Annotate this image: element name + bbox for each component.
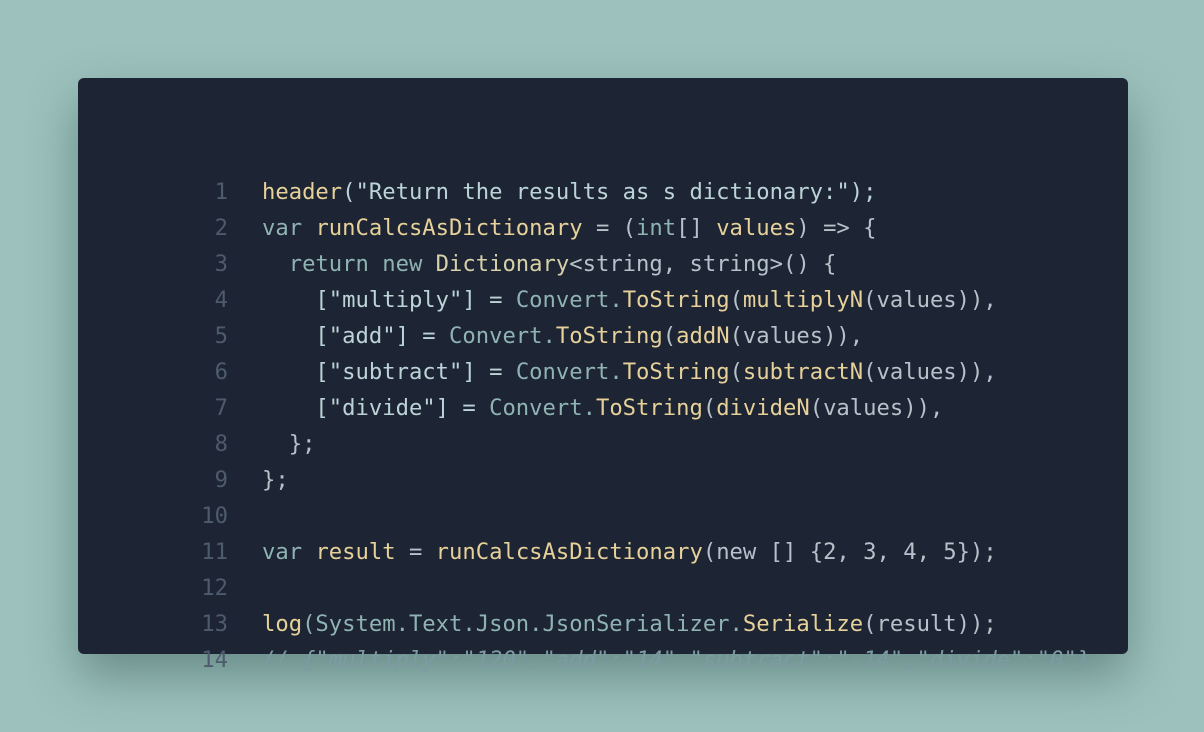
code-token: };	[262, 467, 289, 493]
code-token: values	[716, 215, 797, 241]
code-token: Serialize	[742, 611, 864, 637]
code-token: (result));	[863, 611, 997, 637]
code-token: ToString	[622, 359, 730, 385]
code-token: header	[262, 179, 343, 205]
code-line: 7 ["divide"] = Convert.ToString(divideN(…	[78, 390, 1128, 426]
code-line: 13 log(System.Text.Json.JsonSerializer.Se…	[78, 606, 1128, 642]
code-line: 2 var runCalcsAsDictionary = (int[] value…	[78, 210, 1128, 246]
code-text: ["multiply"] = Convert.ToString(multiply…	[262, 282, 997, 318]
code-token: ToString	[595, 395, 703, 421]
code-text: var runCalcsAsDictionary = (int[] values…	[262, 210, 877, 246]
code-line: 6 ["subtract"] = Convert.ToString(subtra…	[78, 354, 1128, 390]
code-token: (values)),	[729, 323, 864, 349]
code-line: 10	[78, 498, 1128, 534]
code-line: 1 header("Return the results as s diction…	[78, 174, 1128, 210]
code-line: 4 ["multiply"] = Convert.ToString(multip…	[78, 282, 1128, 318]
line-number: 11	[201, 539, 228, 565]
code-text: log(System.Text.Json.JsonSerializer.Seri…	[262, 606, 997, 642]
code-token: (	[702, 395, 717, 421]
code-token: (values)),	[863, 359, 997, 385]
code-line: 5 ["add"] = Convert.ToString(addN(values…	[78, 318, 1128, 354]
code-token: Convert.	[515, 359, 623, 385]
code-line: 12	[78, 570, 1128, 606]
code-token: ToString	[555, 323, 663, 349]
code-token: (System.Text.Json.JsonSerializer.	[302, 611, 743, 637]
code-text: var result = runCalcsAsDictionary(new []…	[262, 534, 997, 570]
line-number: 4	[214, 287, 228, 313]
code-text: header("Return the results as s dictiona…	[262, 174, 876, 210]
line-number: 14	[201, 647, 228, 673]
code-token: ToString	[622, 287, 730, 313]
line-number: 10	[201, 503, 228, 529]
line-number: 3	[214, 251, 228, 277]
code-token: Dictionary	[435, 251, 570, 277]
code-token: (	[662, 323, 677, 349]
code-token: int	[636, 215, 677, 241]
code-token: };	[262, 431, 316, 457]
code-token: runCalcsAsDictionary	[315, 215, 583, 241]
code-token: = (	[582, 215, 637, 241]
code-token: <string, string>() {	[569, 251, 837, 277]
code-token: result	[315, 539, 396, 565]
code-line: 11 var result = runCalcsAsDictionary(new …	[78, 534, 1128, 570]
code-token: Convert.	[515, 287, 623, 313]
code-line: 9};	[78, 462, 1128, 498]
line-number: 7	[214, 395, 228, 421]
line-number: 6	[214, 359, 228, 385]
code-token: return new	[262, 251, 436, 277]
code-token: subtractN	[742, 359, 864, 385]
line-number: 2	[214, 215, 228, 241]
code-token: multiplyN	[742, 287, 864, 313]
code-text: // {"multiply":"120","add":"14","subtrac…	[262, 642, 1090, 678]
code-token: // {"multiply":"120","add":"14","subtrac…	[262, 647, 1091, 673]
code-line: 14 // {"multiply":"120","add":"14","subtr…	[78, 642, 1128, 678]
code-token: ["divide"] =	[262, 395, 490, 421]
code-token: Convert.	[449, 323, 556, 349]
code-line: 3 return new Dictionary<string, string>(…	[78, 246, 1128, 282]
code-token: (values)),	[809, 395, 944, 421]
code-token: ("Return the results as s dictionary:");	[342, 179, 877, 205]
code-token: (values)),	[863, 287, 997, 313]
code-token: runCalcsAsDictionary	[435, 539, 703, 565]
line-number: 9	[214, 467, 228, 493]
code-token: ["multiply"] =	[262, 287, 516, 313]
code-token: var	[262, 215, 316, 241]
code-token: var	[262, 539, 316, 565]
code-text: return new Dictionary<string, string>() …	[262, 246, 837, 282]
code-token: (	[729, 359, 743, 385]
code-token: ["subtract"] =	[262, 359, 516, 385]
code-text: ["subtract"] = Convert.ToString(subtract…	[262, 354, 997, 390]
line-number: 13	[201, 611, 228, 637]
code-token: ) => {	[796, 215, 877, 241]
code-token: addN	[676, 323, 730, 349]
code-text: };	[262, 462, 289, 498]
line-number: 8	[214, 431, 228, 457]
code-token: (	[729, 287, 743, 313]
code-text: };	[262, 426, 316, 462]
code-token: ["add"] =	[262, 323, 450, 349]
code-token: =	[395, 539, 436, 565]
line-number: 1	[214, 179, 228, 205]
code-line: 8 };	[78, 426, 1128, 462]
code-token: divideN	[716, 395, 810, 421]
code-editor-window: 1 header("Return the results as s diction…	[78, 78, 1128, 673]
code-text: ["add"] = Convert.ToString(addN(values))…	[262, 318, 863, 354]
code-token: log	[262, 611, 303, 637]
line-number: 5	[214, 323, 228, 349]
code-token: (new [] {2, 3, 4, 5});	[702, 539, 997, 565]
code-token: Convert.	[489, 395, 596, 421]
line-number: 12	[201, 575, 228, 601]
code-text: ["divide"] = Convert.ToString(divideN(va…	[262, 390, 943, 426]
code-token: []	[676, 215, 717, 241]
